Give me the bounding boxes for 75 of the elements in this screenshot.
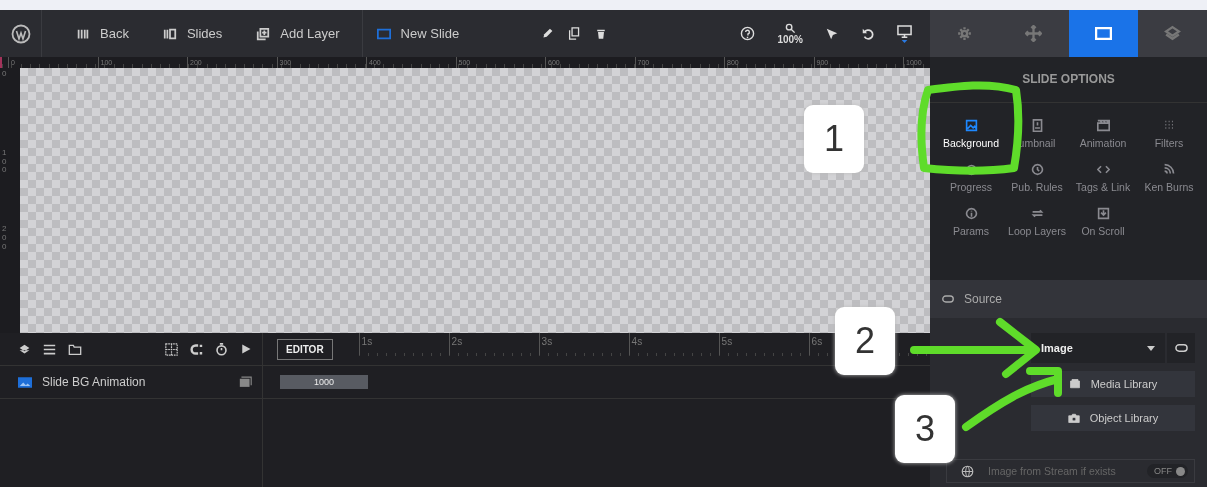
image-icon <box>964 119 978 132</box>
panel-title: SLIDE OPTIONS <box>930 57 1207 103</box>
folder-icon[interactable] <box>68 342 82 356</box>
folder-icon <box>1068 378 1081 390</box>
link-button[interactable] <box>1167 333 1195 363</box>
option-button[interactable]: Tags & Link <box>1070 163 1136 193</box>
slide-icon <box>376 26 391 41</box>
toolbar-button[interactable]: Add Layer <box>244 10 354 57</box>
signal-icon <box>1162 163 1176 176</box>
code-icon <box>1096 163 1110 176</box>
option-button[interactable]: Loop Layers <box>1004 207 1070 237</box>
grid-icon[interactable] <box>165 342 178 356</box>
loop-icon <box>1030 207 1044 220</box>
time-label: 4s <box>628 333 719 355</box>
caret-icon <box>1147 345 1155 351</box>
clock-icon <box>1030 163 1044 176</box>
copy-icon[interactable] <box>568 27 582 40</box>
download-icon <box>1096 207 1110 220</box>
option-button[interactable]: Pub. Rules <box>1004 163 1070 193</box>
cursor-icon[interactable] <box>825 26 839 41</box>
callout-number: 3 <box>895 395 955 463</box>
settings-icon <box>956 25 974 42</box>
toolbar-button[interactable]: Slides <box>150 10 237 57</box>
callout-number: 2 <box>835 307 895 375</box>
layers-icon[interactable] <box>18 342 31 356</box>
clapperboard-icon <box>1096 119 1110 132</box>
duration-bar[interactable]: 1000 <box>280 375 368 389</box>
folder-icon[interactable] <box>239 376 252 388</box>
library-button[interactable]: Object Library <box>1031 405 1195 431</box>
callout-number: 1 <box>804 105 864 173</box>
option-button[interactable]: Filters <box>1136 119 1202 149</box>
globe-icon <box>961 464 974 478</box>
option-button[interactable]: On Scroll <box>1070 207 1136 237</box>
slides-icon <box>162 26 177 41</box>
option-label: Image from Stream if exists <box>988 465 1117 477</box>
ruler-label: 200 <box>2 225 8 252</box>
editor-button[interactable]: EDITOR <box>277 338 333 360</box>
layer-name[interactable]: Slide BG Animation <box>42 375 146 389</box>
dots-grid-icon <box>1162 119 1176 132</box>
option-button[interactable]: Background <box>938 119 1004 149</box>
camera-icon <box>1067 412 1080 424</box>
source-dropdown[interactable]: Image <box>1031 333 1165 363</box>
slide-icon <box>1094 25 1112 42</box>
panel-tab[interactable] <box>1068 10 1138 57</box>
time-label: 5s <box>718 333 809 355</box>
image-icon <box>18 376 32 388</box>
option-button[interactable]: Ken Burns <box>1136 163 1202 193</box>
time-label: 1s <box>358 333 449 355</box>
help-icon[interactable] <box>740 26 756 41</box>
move-icon <box>1025 25 1043 42</box>
option-button[interactable]: Progress <box>938 163 1004 193</box>
ruler-label: 100 <box>2 148 8 176</box>
pencil-icon[interactable] <box>541 27 555 40</box>
link-icon <box>942 295 954 303</box>
ruler-label: 0 <box>2 70 8 79</box>
undo-icon[interactable] <box>861 26 875 41</box>
play-icon[interactable] <box>240 343 252 355</box>
option-button[interactable]: Animation <box>1070 119 1136 149</box>
desktop-icon[interactable] <box>897 24 912 43</box>
list-icon[interactable] <box>43 342 56 356</box>
search-icon <box>784 22 796 34</box>
time-label: 3s <box>538 333 629 355</box>
add-layer-icon <box>256 26 271 41</box>
toolbar-button[interactable]: Back <box>64 10 143 57</box>
option-button[interactable]: Params <box>938 207 1004 237</box>
magnet-icon[interactable] <box>190 342 203 356</box>
zoom-button[interactable]: 100% <box>777 22 803 45</box>
toggle-switch[interactable]: OFF <box>1147 464 1188 478</box>
link-icon <box>1174 344 1188 352</box>
section-header[interactable]: Source <box>930 280 1207 318</box>
time-label: 2s <box>448 333 539 355</box>
trash-icon[interactable] <box>595 27 608 40</box>
thumbnail-icon <box>1030 119 1044 132</box>
layers-icon <box>1163 25 1181 42</box>
info-icon <box>964 207 978 220</box>
